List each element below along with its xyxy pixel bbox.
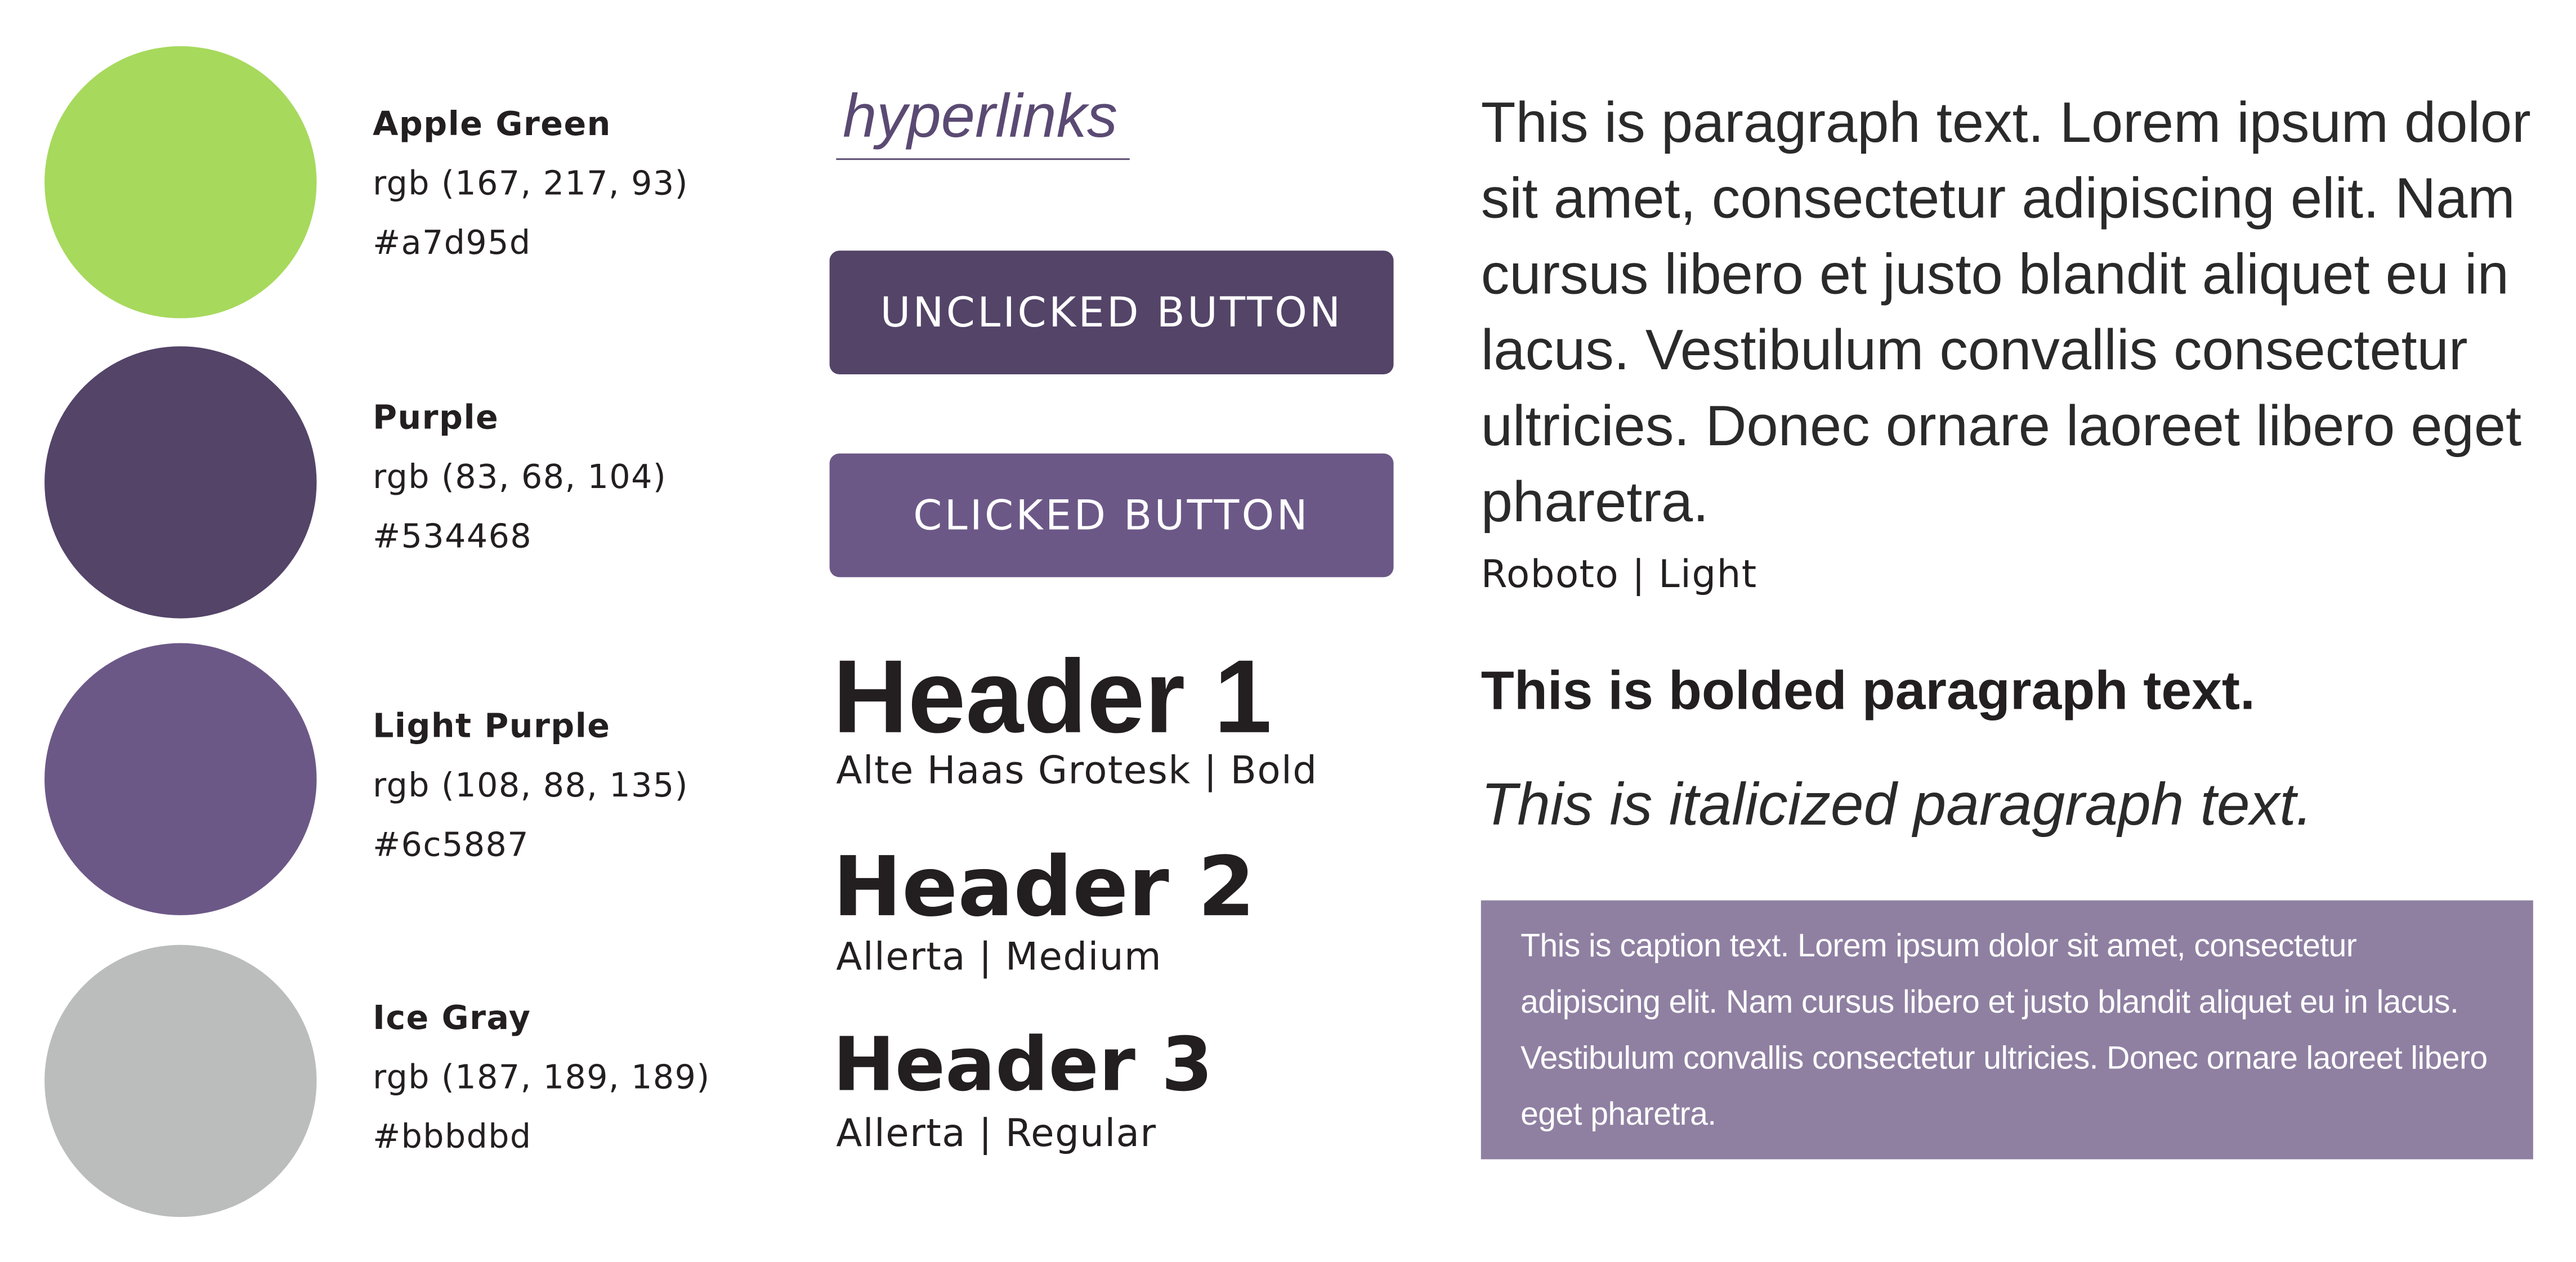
header-2-sample: Header 2 [833,839,1255,936]
color-name: Purple [373,397,499,437]
hyperlink-sample[interactable]: hyperlinks [836,82,1130,160]
header-3-sample: Header 3 [833,1021,1213,1108]
ice-gray-info: Ice Gray rgb (187, 189, 189) #bbbdbd [373,988,710,1166]
purple-swatch [44,346,317,619]
light-purple-swatch [44,643,317,915]
paragraph-sample: This is paragraph text. Lorem ipsum dolo… [1481,92,2531,535]
apple-green-info: Apple Green rgb (167, 217, 93) #a7d95d [373,94,688,272]
color-hex: #534468 [373,516,533,556]
color-rgb: rgb (83, 68, 104) [373,457,667,496]
caption-sample: This is caption text. Lorem ipsum dolor … [1481,900,2533,1160]
color-rgb: rgb (108, 88, 135) [373,765,688,805]
header-1-font-label: Alte Haas Grotesk | Bold [836,750,1318,794]
clicked-button[interactable]: CLICKED BUTTON [829,453,1394,578]
italic-paragraph-sample: This is italicized paragraph text. [1481,770,2313,838]
purple-info: Purple rgb (83, 68, 104) #534468 [373,387,667,565]
apple-green-swatch [44,46,317,319]
bold-paragraph-sample: This is bolded paragraph text. [1481,659,2255,721]
header-2-font-label: Allerta | Medium [836,937,1162,980]
color-hex: #a7d95d [373,222,531,262]
style-guide: Apple Green rgb (167, 217, 93) #a7d95d P… [0,0,2576,1261]
header-1-sample: Header 1 [833,639,1272,755]
color-name: Ice Gray [373,997,531,1037]
color-name: Light Purple [373,705,611,746]
color-hex: #6c5887 [373,824,530,865]
color-rgb: rgb (187, 189, 189) [373,1057,710,1097]
color-rgb: rgb (167, 217, 93) [373,163,688,203]
ice-gray-swatch [44,945,317,1218]
header-3-font-label: Allerta | Regular [836,1113,1157,1156]
paragraph-font-label: Roboto | Light [1481,554,1757,597]
color-name: Apple Green [373,104,611,144]
unclicked-button[interactable]: UNCLICKED BUTTON [829,250,1394,375]
light-purple-info: Light Purple rgb (108, 88, 135) #6c5887 [373,696,688,874]
color-hex: #bbbdbd [373,1116,532,1156]
